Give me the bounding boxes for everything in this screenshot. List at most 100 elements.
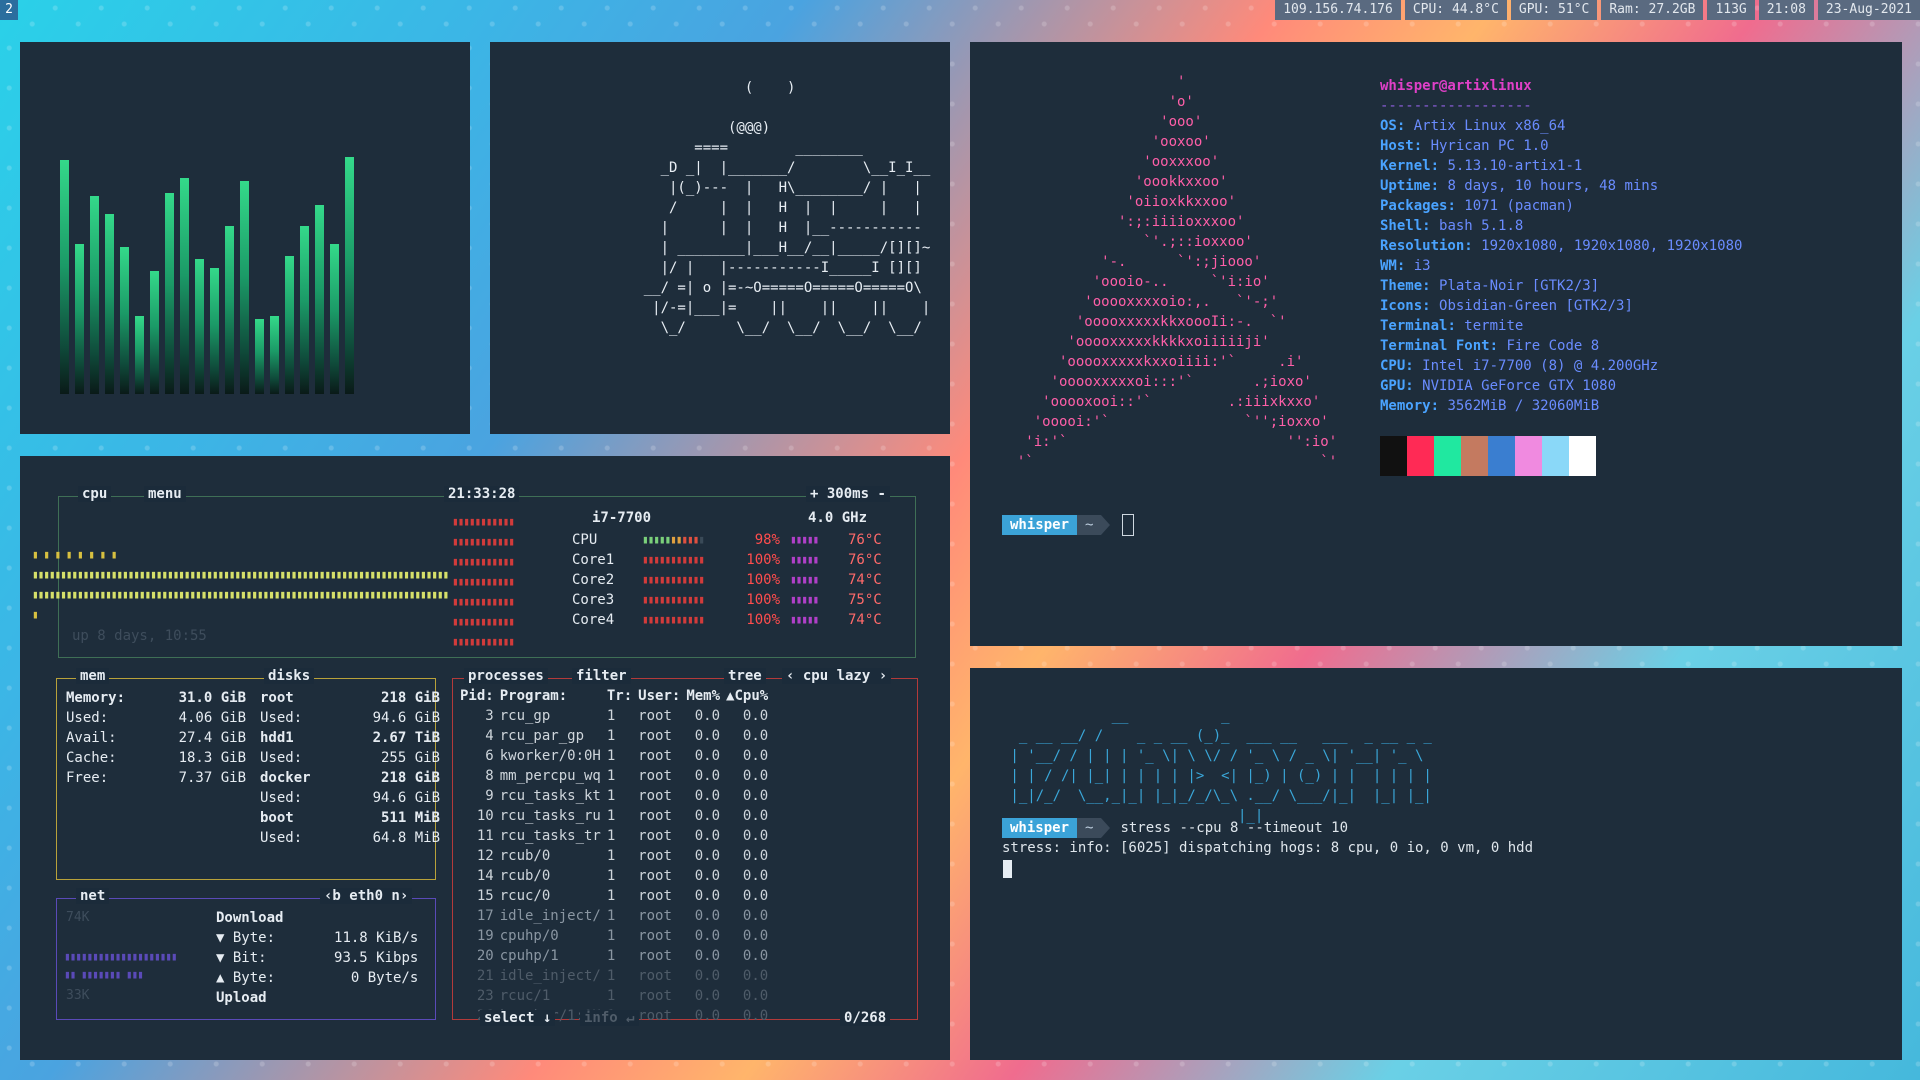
upload-byte-row: ▲ Byte: 0 Byte/s xyxy=(216,970,419,986)
runixporn-ascii-art: __ _ _ __ __/ / _ _ __ (_)_ ___ __ ___ _… xyxy=(1010,708,1432,824)
info-key: Terminal xyxy=(1380,318,1448,334)
info-value: i3 xyxy=(1413,258,1431,274)
select-button[interactable]: select ↓ xyxy=(480,1010,556,1026)
btop-window[interactable]: cpu menu 21:33:28 + 300ms - ▮ ▮ ▮ ▮ ▮ ▮ … xyxy=(20,456,950,1060)
table-row[interactable]: 6 kworker/0:0H 1 root 0.0 0.0 xyxy=(460,746,774,766)
cpu-core-row: Core2 ▮▮▮▮▮▮▮▮▮▮▮ 100% ▮▮▮▮▮ 74°C xyxy=(572,570,882,590)
sort-selector[interactable]: ‹ cpu lazy › xyxy=(782,668,892,684)
info-button[interactable]: info ↵ xyxy=(580,1010,639,1026)
visualizer-bar xyxy=(195,259,204,394)
core-usage-meter: ▮▮▮▮▮▮▮▮▮▮▮ xyxy=(642,533,705,546)
column-header[interactable]: Mem% xyxy=(686,686,726,706)
core-usage-percent: 100% xyxy=(746,552,780,568)
process-cell: 0.0 xyxy=(742,888,769,904)
table-row[interactable]: 11 rcu_tasks_tr 1 root 0.0 0.0 xyxy=(460,826,774,846)
table-row[interactable]: 8 mm_percpu_wq 1 root 0.0 0.0 xyxy=(460,766,774,786)
table-row[interactable]: 14 rcub/0 1 root 0.0 0.0 xyxy=(460,866,774,886)
disks-box-title[interactable]: disks xyxy=(264,668,315,684)
palette-swatch xyxy=(1434,436,1461,476)
process-cell: 10 xyxy=(476,808,494,824)
info-line: Uptime: 8 days, 10 hours, 48 mins xyxy=(1380,178,1659,194)
mem-label: Memory: xyxy=(66,690,126,706)
process-cell: cpuhp/0 xyxy=(499,928,559,944)
process-cell: cpuhp/1 xyxy=(499,948,559,964)
core-temp: 76°C xyxy=(848,552,882,568)
net-stats: Download ▼ Byte: 11.8 KiB/s ▼ Bit: 93.5 … xyxy=(216,908,418,1008)
process-cell: 1 xyxy=(606,848,616,864)
net-interface-selector[interactable]: ‹b eth0 n› xyxy=(320,888,413,904)
table-row[interactable]: 9 rcu_tasks_kt 1 root 0.0 0.0 xyxy=(460,786,774,806)
core-temp-meter: ▮▮▮▮▮ xyxy=(790,593,819,606)
column-header[interactable]: Pid: xyxy=(460,686,500,706)
mem-value: 7.37 GiB xyxy=(178,770,246,786)
palette-swatch xyxy=(1569,436,1596,476)
process-cell: 9 xyxy=(485,788,494,804)
refresh-rate[interactable]: + 300ms - xyxy=(806,486,890,502)
status-gpu-temp: GPU: 51°C xyxy=(1510,0,1598,20)
tree-toggle[interactable]: tree xyxy=(724,668,766,684)
command-line[interactable]: whisper ~ stress --cpu 8 --timeout 10 xyxy=(1002,818,1348,838)
filter-button[interactable]: filter xyxy=(572,668,631,684)
column-header[interactable]: Program: xyxy=(500,686,607,706)
cpu-box-title[interactable]: cpu xyxy=(78,486,112,502)
column-header[interactable]: ▲Cpu% xyxy=(726,686,774,706)
palette-swatch xyxy=(1542,436,1569,476)
artix-logo-ascii: ' 'o' 'ooo' 'ooxoo' 'ooxxxoo' 'oookkxxoo… xyxy=(1016,74,1338,470)
process-cell: 0.0 xyxy=(694,768,721,784)
user-host: whisper@artixlinux xyxy=(1380,78,1532,94)
table-row[interactable]: 15 rcuc/0 1 root 0.0 0.0 xyxy=(460,886,774,906)
process-cell: 0.0 xyxy=(742,868,769,884)
net-box-title[interactable]: net xyxy=(76,888,110,904)
info-value: Intel i7-7700 (8) @ 4.200GHz xyxy=(1422,358,1659,374)
mem-box-title[interactable]: mem xyxy=(76,668,110,684)
column-header[interactable]: User: xyxy=(638,686,686,706)
process-cell: root xyxy=(638,808,672,824)
ascii-train-window[interactable]: ( ) (@@@) ==== ________ _D _| |_______/ … xyxy=(490,42,950,434)
info-line: CPU: Intel i7-7700 (8) @ 4.200GHz xyxy=(1380,358,1659,374)
table-row[interactable]: 4 rcu_par_gp 1 root 0.0 0.0 xyxy=(460,726,774,746)
table-row[interactable]: 10 rcu_tasks_ru 1 root 0.0 0.0 xyxy=(460,806,774,826)
neofetch-terminal[interactable]: ' 'o' 'ooo' 'ooxoo' 'ooxxxoo' 'oookkxxoo… xyxy=(970,42,1902,646)
mem-label: Avail: xyxy=(66,730,117,746)
process-cell: rcuc/0 xyxy=(499,888,551,904)
table-row[interactable]: 23 rcuc/1 1 root 0.0 0.0 xyxy=(460,986,774,1006)
disk-label: Used: xyxy=(260,830,303,846)
table-row[interactable]: 21 idle_inject/1 root 0.0 0.0 xyxy=(460,966,774,986)
info-value: 8 days, 10 hours, 48 mins xyxy=(1447,178,1659,194)
info-line: Memory: 3562MiB / 32060MiB xyxy=(1380,398,1600,414)
column-header[interactable]: Tr: xyxy=(607,686,638,706)
audio-visualizer-window[interactable] xyxy=(20,42,470,434)
net-download-graph: ▮▮▮▮▮▮▮▮▮▮▮▮▮▮▮▮▮▮▮▮ xyxy=(64,950,177,963)
table-row[interactable]: 17 idle_inject/1 root 0.0 0.0 xyxy=(460,906,774,926)
mem-label: Free: xyxy=(66,770,109,786)
table-row[interactable]: 19 cpuhp/0 1 root 0.0 0.0 xyxy=(460,926,774,946)
info-line: GPU: NVIDIA GeForce GTX 1080 xyxy=(1380,378,1617,394)
processes-box-title[interactable]: processes xyxy=(464,668,548,684)
process-cell: 1 xyxy=(606,768,616,784)
process-cell: mm_percpu_wq xyxy=(499,768,601,784)
menu-box-title[interactable]: menu xyxy=(144,486,186,502)
visualizer-bar xyxy=(330,244,339,394)
info-line: OS: Artix Linux x86_64 xyxy=(1380,118,1566,134)
top-bar: 2 109.156.74.176 CPU: 44.8°C GPU: 51°C R… xyxy=(0,0,1920,22)
core-temp: 75°C xyxy=(848,592,882,608)
table-row[interactable]: 20 cpuhp/1 1 root 0.0 0.0 xyxy=(460,946,774,966)
core-usage-percent: 98% xyxy=(754,532,780,548)
info-value: 3562MiB / 32060MiB xyxy=(1447,398,1600,414)
info-key: Terminal Font xyxy=(1380,338,1490,354)
process-cell: 17 xyxy=(476,908,494,924)
info-key: CPU xyxy=(1380,358,1406,374)
stress-terminal[interactable]: __ _ _ __ __/ / _ _ __ (_)_ ___ __ ___ _… xyxy=(970,668,1902,1060)
table-row[interactable]: 12 rcub/0 1 root 0.0 0.0 xyxy=(460,846,774,866)
upload-byte-value: 0 Byte/s xyxy=(350,970,419,986)
workspace-indicator[interactable]: 2 xyxy=(0,0,18,20)
process-cell: 0.0 xyxy=(742,708,769,724)
mem-label: Cache: xyxy=(66,750,117,766)
disk-value: 2.67 TiB xyxy=(372,730,440,746)
table-row[interactable]: 3 rcu_gp 1 root 0.0 0.0 xyxy=(460,706,774,726)
shell-prompt[interactable]: whisper ~ xyxy=(1002,514,1135,536)
system-info: whisper@artixlinux ------------------ OS… xyxy=(1380,76,1742,416)
process-cell: 4 xyxy=(485,728,494,744)
download-label: Download xyxy=(216,910,284,926)
refresh-rate-value: 300ms xyxy=(826,486,870,502)
